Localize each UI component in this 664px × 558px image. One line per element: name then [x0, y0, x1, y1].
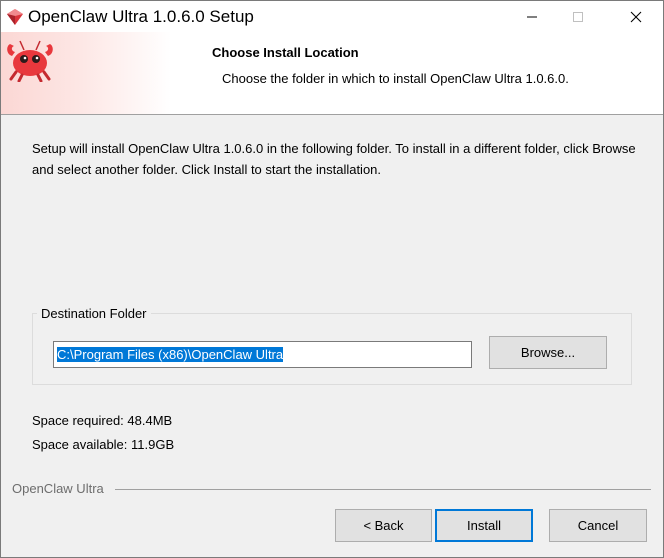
red-crab-mascot-icon: [7, 40, 53, 82]
window-title: OpenClaw Ultra 1.0.6.0 Setup: [28, 7, 254, 26]
close-button[interactable]: [613, 1, 659, 32]
maximize-button[interactable]: [555, 1, 601, 32]
maximize-icon: [573, 11, 583, 22]
install-button[interactable]: Install: [435, 509, 533, 542]
page-title: Choose Install Location: [212, 45, 359, 60]
minimize-icon: [527, 16, 537, 17]
footer-divider: [115, 489, 651, 490]
page-header: Choose Install Location Choose the folde…: [1, 32, 663, 115]
brand-label: OpenClaw Ultra: [12, 481, 104, 496]
destination-path-value: C:\Program Files (x86)\OpenClaw Ultra: [57, 347, 284, 362]
destination-legend: Destination Folder: [37, 306, 151, 321]
browse-button[interactable]: Browse...: [489, 336, 607, 369]
page-subtitle: Choose the folder in which to install Op…: [222, 71, 569, 86]
space-required: Space required: 48.4MB: [32, 413, 173, 428]
destination-path-input[interactable]: C:\Program Files (x86)\OpenClaw Ultra: [53, 341, 472, 368]
cancel-button[interactable]: Cancel: [549, 509, 647, 542]
space-available: Space available: 11.9GB: [32, 437, 175, 452]
back-button[interactable]: < Back: [335, 509, 432, 542]
title-bar[interactable]: OpenClaw Ultra 1.0.6.0 Setup: [1, 1, 663, 32]
installer-window: OpenClaw Ultra 1.0.6.0 Setup Choose Inst…: [0, 0, 664, 558]
close-icon: [630, 11, 642, 22]
app-icon: [7, 9, 23, 25]
minimize-button[interactable]: [509, 1, 555, 32]
intro-text: Setup will install OpenClaw Ultra 1.0.6.…: [32, 141, 636, 177]
